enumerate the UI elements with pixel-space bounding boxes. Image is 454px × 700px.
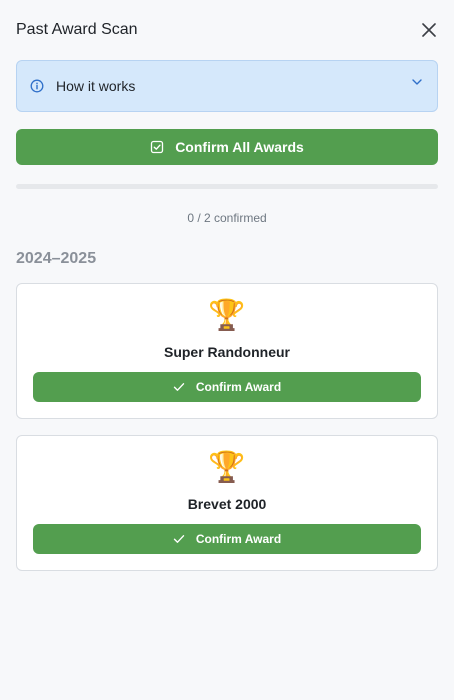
- confirm-all-awards-button[interactable]: Confirm All Awards: [16, 129, 438, 165]
- confirm-award-button[interactable]: Confirm Award: [33, 372, 421, 402]
- progress-text: 0 / 2 confirmed: [187, 211, 267, 225]
- confirm-award-label: Confirm Award: [195, 532, 282, 546]
- award-card: 🏆 Brevet 2000 Confirm Award: [16, 435, 438, 571]
- how-it-works-toggle[interactable]: How it works: [16, 60, 438, 112]
- check-icon: [173, 533, 185, 545]
- check-icon: [173, 381, 185, 393]
- chevron-down-icon: [410, 75, 424, 89]
- award-name: Super Randonneur: [163, 344, 290, 360]
- award-name: Brevet 2000: [187, 496, 267, 512]
- trophy-icon: 🏆: [208, 451, 246, 484]
- info-icon: [30, 79, 44, 93]
- confirm-all-awards-label: Confirm All Awards: [175, 139, 304, 155]
- panel-title: Past Award Scan: [16, 21, 138, 38]
- progress-bar: [16, 184, 438, 189]
- season-heading: 2024–2025: [16, 250, 97, 267]
- trophy-icon: 🏆: [208, 299, 246, 332]
- how-it-works-label: How it works: [56, 78, 136, 94]
- checkbox-check-icon: [150, 140, 164, 154]
- confirm-award-button[interactable]: Confirm Award: [33, 524, 421, 554]
- panel-header: Past Award Scan: [16, 18, 438, 42]
- close-icon: [422, 23, 436, 37]
- award-card: 🏆 Super Randonneur Confirm Award: [16, 283, 438, 419]
- close-button[interactable]: [417, 18, 441, 42]
- confirm-award-label: Confirm Award: [195, 380, 282, 394]
